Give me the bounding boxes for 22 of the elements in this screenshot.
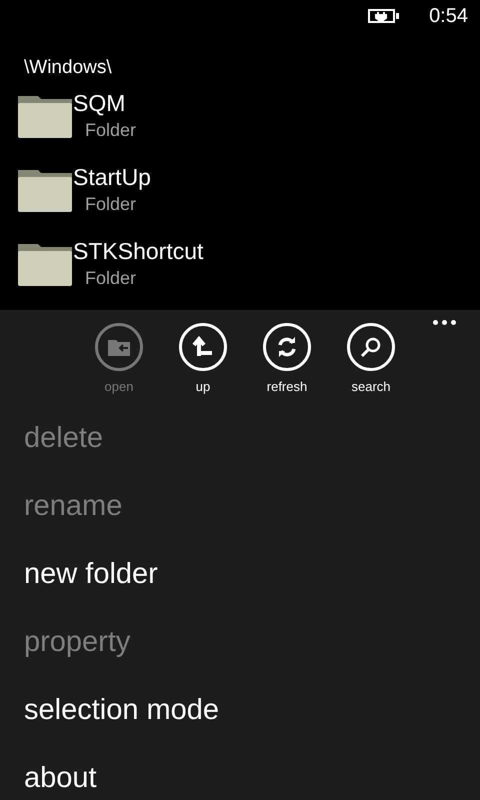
menu-item[interactable]: selection mode xyxy=(24,674,220,742)
folder-icon xyxy=(17,93,73,139)
item-type: Folder xyxy=(84,193,138,216)
item-type: Folder xyxy=(84,119,136,142)
folder-name: StartUp xyxy=(73,163,151,192)
folder-list-item[interactable]: SQM Folder xyxy=(0,88,480,162)
folder-list-item[interactable]: StartUp Folder xyxy=(0,162,480,236)
battery-charging-icon xyxy=(368,9,400,23)
refresh-icon xyxy=(276,336,298,358)
menu-item[interactable]: new folder xyxy=(24,538,158,606)
folder-name: STKShortcut xyxy=(73,237,204,266)
folder-list-item[interactable]: STKShortcut Folder xyxy=(0,236,480,310)
folder-name: SQM xyxy=(73,89,126,118)
folder-icon xyxy=(17,241,73,287)
menu-item[interactable]: about xyxy=(24,742,97,800)
folder-icon xyxy=(17,167,73,213)
item-type: Folder xyxy=(84,267,138,290)
folder-arrow-icon xyxy=(108,338,130,356)
up-arrow-icon xyxy=(192,336,214,358)
current-path: \Windows\ xyxy=(24,56,112,80)
clock-time: 0:54 xyxy=(429,4,468,29)
search-icon xyxy=(360,336,382,358)
